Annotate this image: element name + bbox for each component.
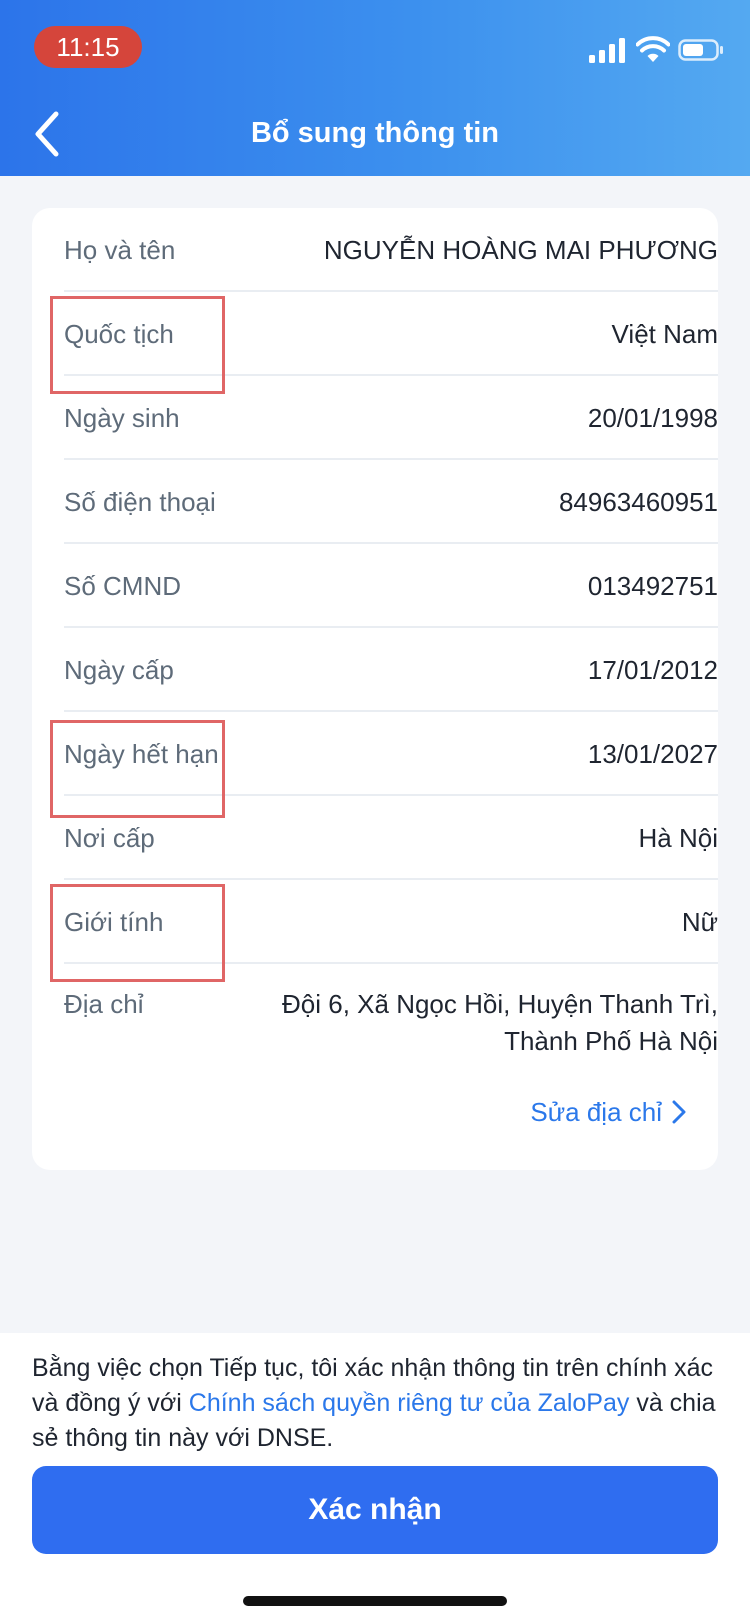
info-row-id-number: Số CMND 013492751 bbox=[64, 544, 718, 628]
battery-icon bbox=[678, 39, 723, 61]
info-value: 84963460951 bbox=[558, 487, 718, 517]
info-value: 13/01/2027 bbox=[587, 739, 718, 769]
page-title: Bổ sung thông tin bbox=[250, 117, 500, 149]
status-time: 11:15 bbox=[34, 26, 142, 68]
info-value: 20/01/1998 bbox=[587, 403, 718, 433]
edit-address-label: Sửa địa chỉ bbox=[530, 1097, 662, 1127]
signal-icon bbox=[589, 38, 625, 63]
chevron-right-icon bbox=[672, 1100, 686, 1124]
footer: Bằng việc chọn Tiếp tục, tôi xác nhận th… bbox=[0, 1333, 750, 1624]
edit-address-link[interactable]: Sửa địa chỉ bbox=[530, 1088, 686, 1136]
app-header: 11:15 Bổ sung thông tin bbox=[0, 0, 750, 176]
consent-text: Bằng việc chọn Tiếp tục, tôi xác nhận th… bbox=[32, 1351, 722, 1456]
highlight-box-expiry-date bbox=[50, 720, 225, 818]
info-value: NGUYỄN HOÀNG MAI PHƯƠNG bbox=[323, 235, 718, 265]
info-value: Nữ bbox=[681, 907, 718, 937]
wifi-icon bbox=[636, 36, 670, 62]
info-row-issue-date: Ngày cấp 17/01/2012 bbox=[64, 628, 718, 712]
privacy-policy-link[interactable]: Chính sách quyền riêng tư của ZaloPay bbox=[189, 1389, 630, 1417]
highlight-box-nationality bbox=[50, 296, 225, 394]
info-value: Việt Nam bbox=[611, 319, 718, 349]
confirm-button[interactable]: Xác nhận bbox=[32, 1466, 718, 1554]
info-value: 013492751 bbox=[587, 571, 718, 601]
highlight-box-gender bbox=[50, 884, 225, 982]
info-row-phone: Số điện thoại 84963460951 bbox=[64, 460, 718, 544]
info-label: Số CMND bbox=[64, 571, 182, 601]
info-label: Địa chỉ bbox=[64, 989, 144, 1019]
info-value: Hà Nội bbox=[638, 823, 718, 853]
info-row-full-name: Họ và tên NGUYỄN HOÀNG MAI PHƯƠNG bbox=[64, 208, 718, 292]
home-indicator bbox=[243, 1596, 507, 1606]
info-label: Họ và tên bbox=[64, 235, 176, 265]
info-value: 17/01/2012 bbox=[587, 655, 718, 685]
info-value: Đội 6, Xã Ngọc Hồi, Huyện Thanh Trì, Thà… bbox=[282, 989, 718, 1056]
status-icons bbox=[588, 36, 724, 64]
info-label: Số điện thoại bbox=[64, 487, 216, 517]
info-label: Ngày cấp bbox=[64, 655, 174, 685]
